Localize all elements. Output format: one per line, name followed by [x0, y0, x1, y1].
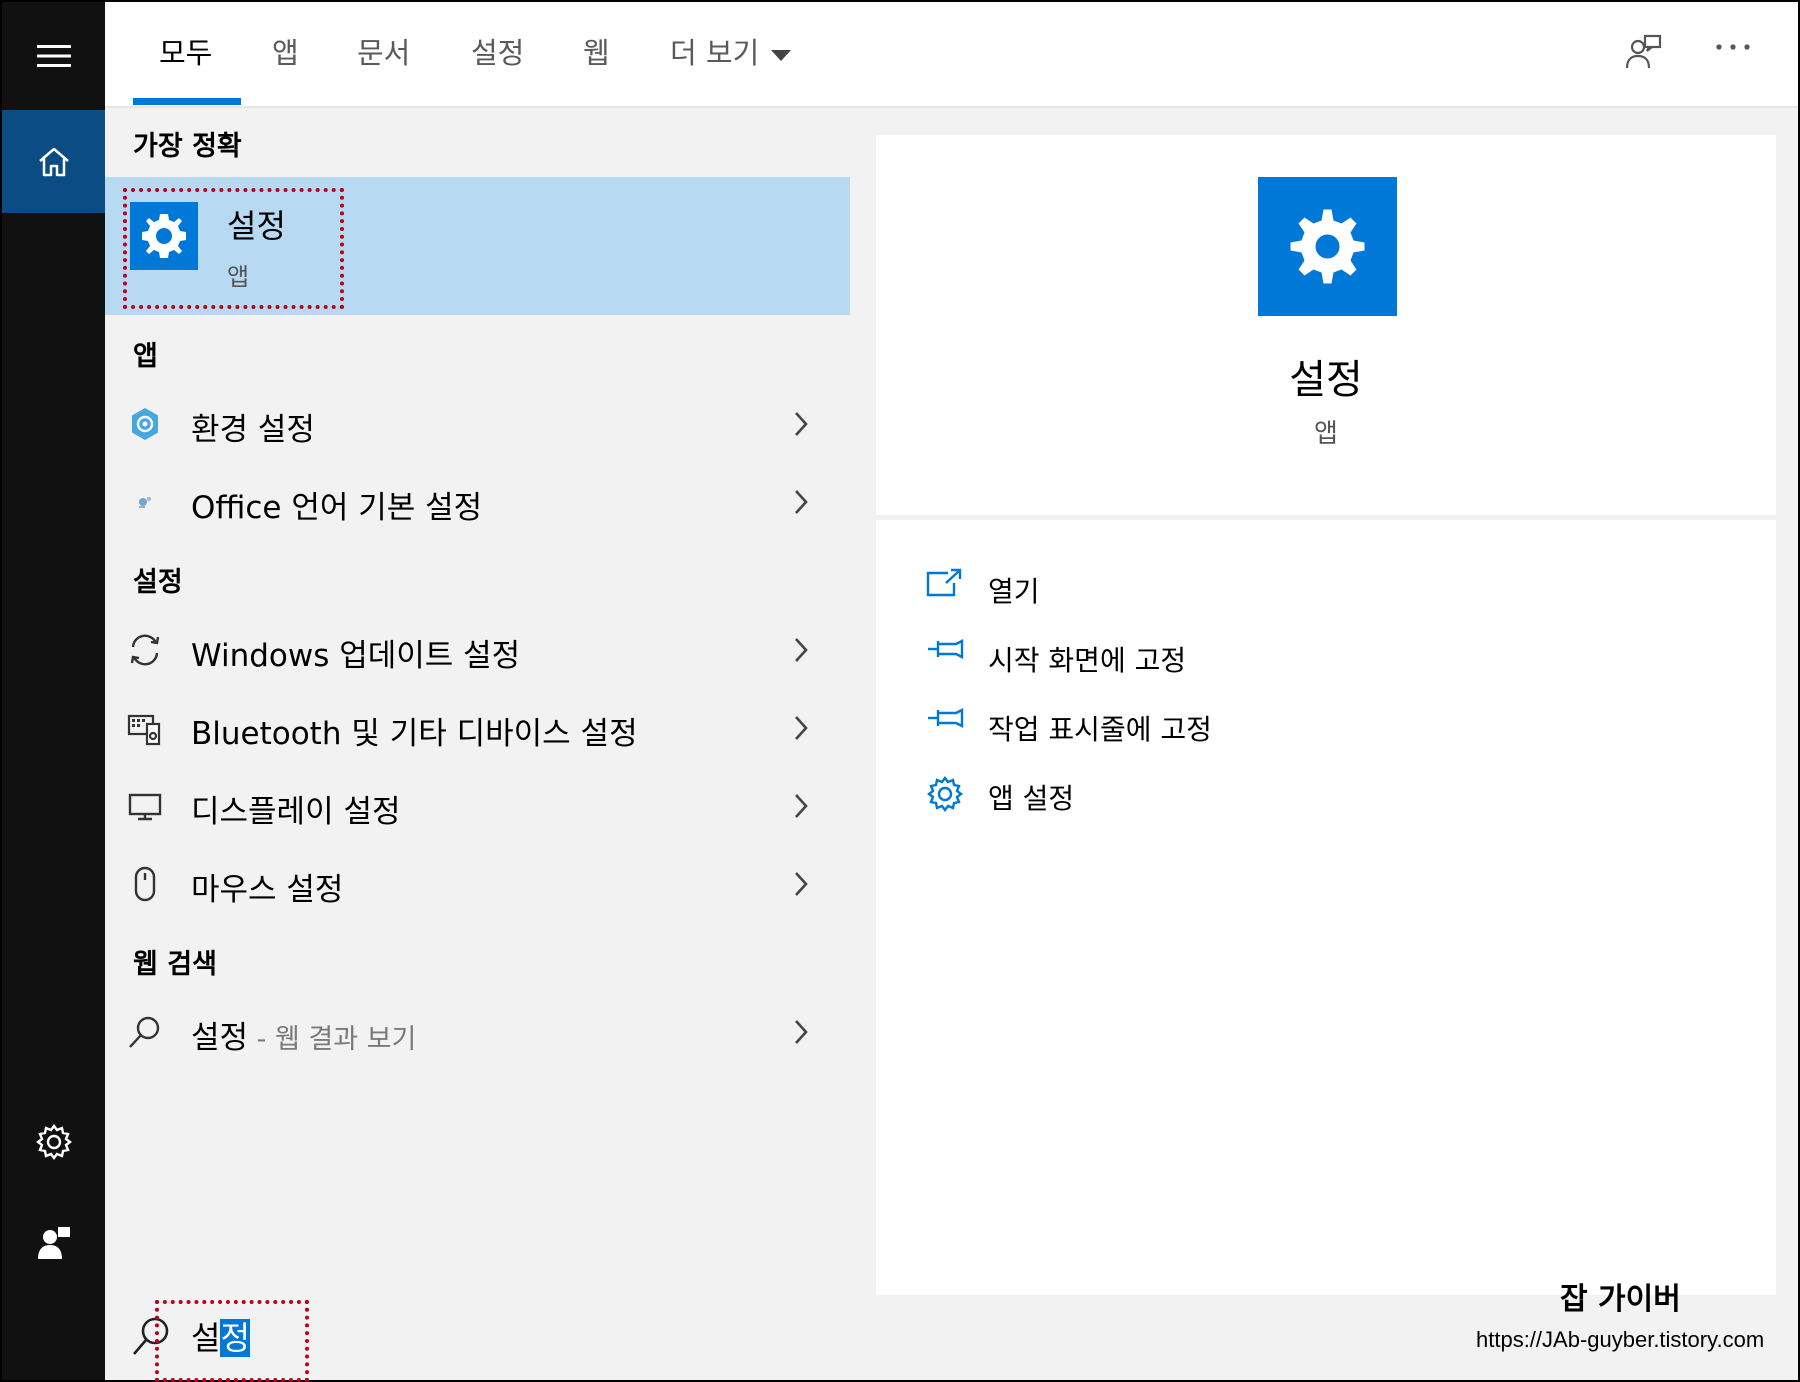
- monitor-icon: [128, 793, 162, 821]
- devices-icon: [127, 714, 161, 746]
- tab-documents[interactable]: 문서: [357, 30, 410, 72]
- settings-heading: 설정: [133, 567, 183, 598]
- web-search-suffix: - 웹 결과 보기: [248, 1024, 417, 1055]
- control-panel-icon: [132, 408, 158, 440]
- list-item-control-panel[interactable]: 환경 설정: [105, 388, 850, 460]
- tab-all[interactable]: 모두: [159, 30, 212, 72]
- menu-button[interactable]: [2, 2, 105, 110]
- pin-icon: [928, 639, 964, 659]
- tab-settings[interactable]: 설정: [471, 30, 524, 72]
- list-item-mouse[interactable]: 마우스 설정: [105, 848, 850, 920]
- user-button[interactable]: [2, 1212, 105, 1272]
- search-icon: [129, 1016, 160, 1048]
- list-item-bluetooth-devices[interactable]: Bluetooth 및 기타 디바이스 설정: [105, 692, 850, 764]
- action-label: 앱 설정: [988, 782, 1075, 815]
- tab-apps[interactable]: 앱: [272, 30, 299, 72]
- action-label: 열기: [988, 575, 1040, 608]
- chevron-right-icon: [795, 794, 808, 818]
- gear-icon: [1290, 209, 1365, 284]
- chevron-right-icon: [795, 490, 808, 514]
- hamburger-icon: [36, 45, 71, 67]
- action-pin-to-start[interactable]: 시작 화면에 고정: [926, 629, 1526, 679]
- tab-more[interactable]: 더 보기: [670, 30, 792, 72]
- gear-icon: [35, 1124, 72, 1160]
- tab-web[interactable]: 웹: [583, 30, 610, 72]
- preview-actions-card: 열기 시작 화면에 고정 작업 표시줄에 고정 앱 설정: [876, 520, 1776, 1295]
- annotation-highlight: [155, 1300, 309, 1382]
- web-search-heading: 웹 검색: [133, 949, 217, 980]
- settings-button[interactable]: [2, 1112, 105, 1172]
- apps-heading: 앱: [133, 341, 158, 372]
- tab-more-label: 더 보기: [670, 36, 760, 70]
- list-item-label: 설정 - 웹 결과 보기: [191, 1012, 416, 1057]
- left-rail: [2, 2, 105, 1380]
- chevron-right-icon: [795, 872, 808, 896]
- preview-title: 설정: [1289, 357, 1363, 403]
- chevron-down-icon: [771, 49, 792, 61]
- preview-subtitle: 앱: [1314, 419, 1338, 449]
- action-pin-to-taskbar[interactable]: 작업 표시줄에 고정: [926, 698, 1526, 748]
- watermark-title: 잡 가이버: [1560, 1282, 1681, 1317]
- action-label: 작업 표시줄에 고정: [988, 713, 1212, 746]
- list-item-office-language[interactable]: Office 언어 기본 설정: [105, 466, 850, 538]
- gear-icon: [927, 776, 963, 812]
- annotation-highlight: [123, 188, 344, 309]
- best-match-heading: 가장 정확: [133, 131, 242, 162]
- chevron-right-icon: [795, 1020, 808, 1044]
- action-label: 시작 화면에 고정: [988, 644, 1187, 677]
- watermark-url: https://JAb-guyber.tistory.com: [1476, 1327, 1765, 1352]
- feedback-button[interactable]: [1623, 32, 1663, 76]
- pin-icon: [928, 708, 964, 728]
- list-item-label: 환경 설정: [191, 412, 315, 448]
- active-tab-indicator: [133, 98, 241, 105]
- settings-app-icon: [1258, 177, 1397, 316]
- preview-header-card: 설정 앱: [876, 135, 1776, 515]
- filter-tabs: 모두 앱 문서 설정 웹 더 보기: [105, 2, 1798, 108]
- action-open[interactable]: 열기: [926, 560, 1526, 610]
- chevron-right-icon: [795, 412, 808, 436]
- list-item-label: Bluetooth 및 기타 디바이스 설정: [191, 716, 638, 752]
- list-item-display[interactable]: 디스플레이 설정: [105, 770, 850, 842]
- chevron-right-icon: [795, 716, 808, 740]
- list-item-label: 디스플레이 설정: [191, 794, 401, 830]
- list-item-windows-update[interactable]: Windows 업데이트 설정: [105, 614, 850, 686]
- open-icon: [926, 568, 962, 597]
- feedback-icon: [1625, 34, 1662, 69]
- refresh-icon: [130, 634, 160, 666]
- user-icon: [37, 1227, 70, 1259]
- list-item-label: 마우스 설정: [191, 872, 344, 908]
- chevron-right-icon: [795, 638, 808, 662]
- list-item-web-search[interactable]: 설정 - 웹 결과 보기: [105, 996, 850, 1068]
- action-app-settings[interactable]: 앱 설정: [926, 767, 1526, 817]
- web-search-term: 설정: [191, 1020, 249, 1056]
- office-language-icon: [139, 497, 151, 508]
- home-button[interactable]: [2, 110, 105, 213]
- more-options-button[interactable]: [1715, 36, 1751, 55]
- list-item-label: Office 언어 기본 설정: [191, 490, 483, 526]
- list-item-label: Windows 업데이트 설정: [191, 638, 521, 674]
- ellipsis-icon: [1716, 44, 1750, 50]
- mouse-icon: [134, 866, 156, 902]
- home-icon: [38, 147, 69, 176]
